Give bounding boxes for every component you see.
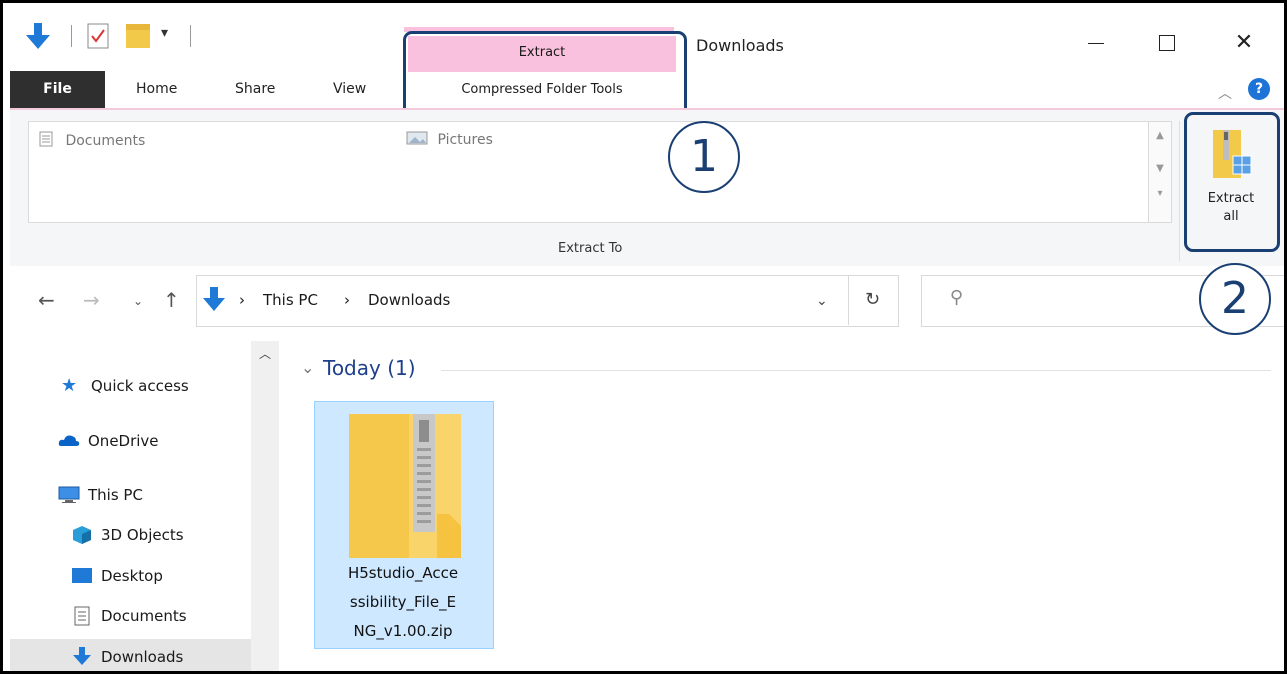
- minimize-icon: [1088, 43, 1104, 44]
- scroll-up-icon[interactable]: ︿: [251, 345, 279, 362]
- annotation-step2-marker: 2: [1199, 263, 1271, 335]
- maximize-button[interactable]: [1146, 23, 1186, 63]
- breadcrumb-separator[interactable]: ›: [344, 291, 350, 309]
- file-explorer-window: ▾ Extract Compressed Folder Tools Downlo…: [0, 0, 1287, 674]
- zip-folder-icon: [349, 414, 461, 558]
- tab-file[interactable]: File: [10, 71, 105, 108]
- up-arrow-icon[interactable]: ↑: [163, 288, 180, 312]
- minimize-button[interactable]: [1075, 23, 1115, 63]
- tab-home[interactable]: Home: [136, 81, 177, 97]
- document-icon: [74, 606, 90, 626]
- gallery-more-icon[interactable]: ▾: [1149, 188, 1171, 199]
- star-icon: ★: [61, 375, 78, 396]
- sidebar-item-label: Desktop: [101, 567, 163, 585]
- maximize-icon: [1159, 35, 1175, 51]
- cube-icon: [73, 526, 91, 544]
- downloads-location-icon: [203, 287, 225, 311]
- back-arrow-icon[interactable]: ←: [38, 288, 55, 312]
- scroll-up-icon[interactable]: ▲: [1149, 130, 1171, 141]
- toolbar-separator: [190, 25, 191, 47]
- desktop-icon: [72, 568, 92, 583]
- ribbon-collapse-icon[interactable]: ︿: [1218, 83, 1232, 103]
- group-collapse-chevron-icon[interactable]: ⌄: [301, 358, 314, 377]
- file-name-label: H5studio_Acce ssibility_File_E NG_v1.00.…: [314, 559, 492, 646]
- download-icon: [73, 647, 91, 665]
- search-icon: ⚲: [950, 287, 964, 308]
- close-button[interactable]: ✕: [1224, 23, 1264, 63]
- close-icon: ✕: [1234, 30, 1254, 55]
- sidebar-item-label: 3D Objects: [101, 526, 184, 544]
- toolbar-separator: [71, 25, 72, 47]
- navigation-scrollbar[interactable]: ︿: [251, 341, 279, 671]
- ribbon-group-divider: [1179, 121, 1180, 261]
- computer-icon: [58, 486, 80, 503]
- window-title: Downloads: [696, 36, 784, 55]
- sidebar-item-label: Downloads: [101, 648, 184, 666]
- sidebar-item-label: Documents: [101, 607, 187, 625]
- properties-check-icon[interactable]: [87, 23, 109, 49]
- forward-arrow-icon[interactable]: →: [83, 288, 100, 312]
- folder-icon[interactable]: [125, 23, 153, 49]
- scroll-down-icon[interactable]: ▼: [1149, 163, 1171, 174]
- breadcrumb-this-pc[interactable]: This PC: [263, 291, 318, 309]
- gallery-item-label: Pictures: [437, 132, 493, 148]
- annotation-box-step1: [403, 31, 687, 118]
- annotation-step1-marker: 1: [668, 121, 740, 193]
- document-icon: [39, 131, 53, 147]
- cloud-icon: [58, 435, 80, 446]
- annotation-box-step2: [1184, 112, 1280, 252]
- sidebar-item-label: OneDrive: [88, 432, 159, 450]
- tab-view[interactable]: View: [333, 81, 366, 97]
- breadcrumb-downloads[interactable]: Downloads: [368, 291, 450, 309]
- gallery-item-label: Documents: [65, 133, 146, 149]
- pictures-icon: [406, 131, 428, 145]
- breadcrumb-separator[interactable]: ›: [239, 291, 245, 309]
- tab-share[interactable]: Share: [235, 81, 275, 97]
- address-separator: [848, 275, 849, 325]
- file-name-line: NG_v1.00.zip: [353, 622, 453, 640]
- extract-to-gallery: [28, 121, 1150, 223]
- tab-label: File: [43, 81, 72, 97]
- sidebar-item-label: Quick access: [91, 377, 189, 395]
- file-name-line: ssibility_File_E: [349, 593, 457, 611]
- gallery-item-pictures[interactable]: Pictures: [406, 131, 493, 148]
- customize-dropdown-icon[interactable]: ▾: [161, 25, 168, 41]
- sidebar-item-label: This PC: [88, 486, 143, 504]
- group-header-today[interactable]: Today (1): [323, 356, 416, 380]
- file-name-line: H5studio_Acce: [347, 564, 459, 582]
- address-dropdown-icon[interactable]: ⌄: [816, 293, 828, 309]
- gallery-scrollbar[interactable]: ▲ ▼ ▾: [1148, 121, 1172, 223]
- ribbon-group-label: Extract To: [558, 241, 623, 256]
- recent-locations-icon[interactable]: ⌄: [133, 294, 143, 308]
- gallery-item-documents[interactable]: Documents: [39, 131, 145, 149]
- help-icon[interactable]: ?: [1248, 78, 1270, 100]
- group-header-rule: [441, 370, 1271, 371]
- down-arrow-icon[interactable]: [25, 21, 51, 51]
- refresh-icon[interactable]: ↻: [865, 289, 880, 310]
